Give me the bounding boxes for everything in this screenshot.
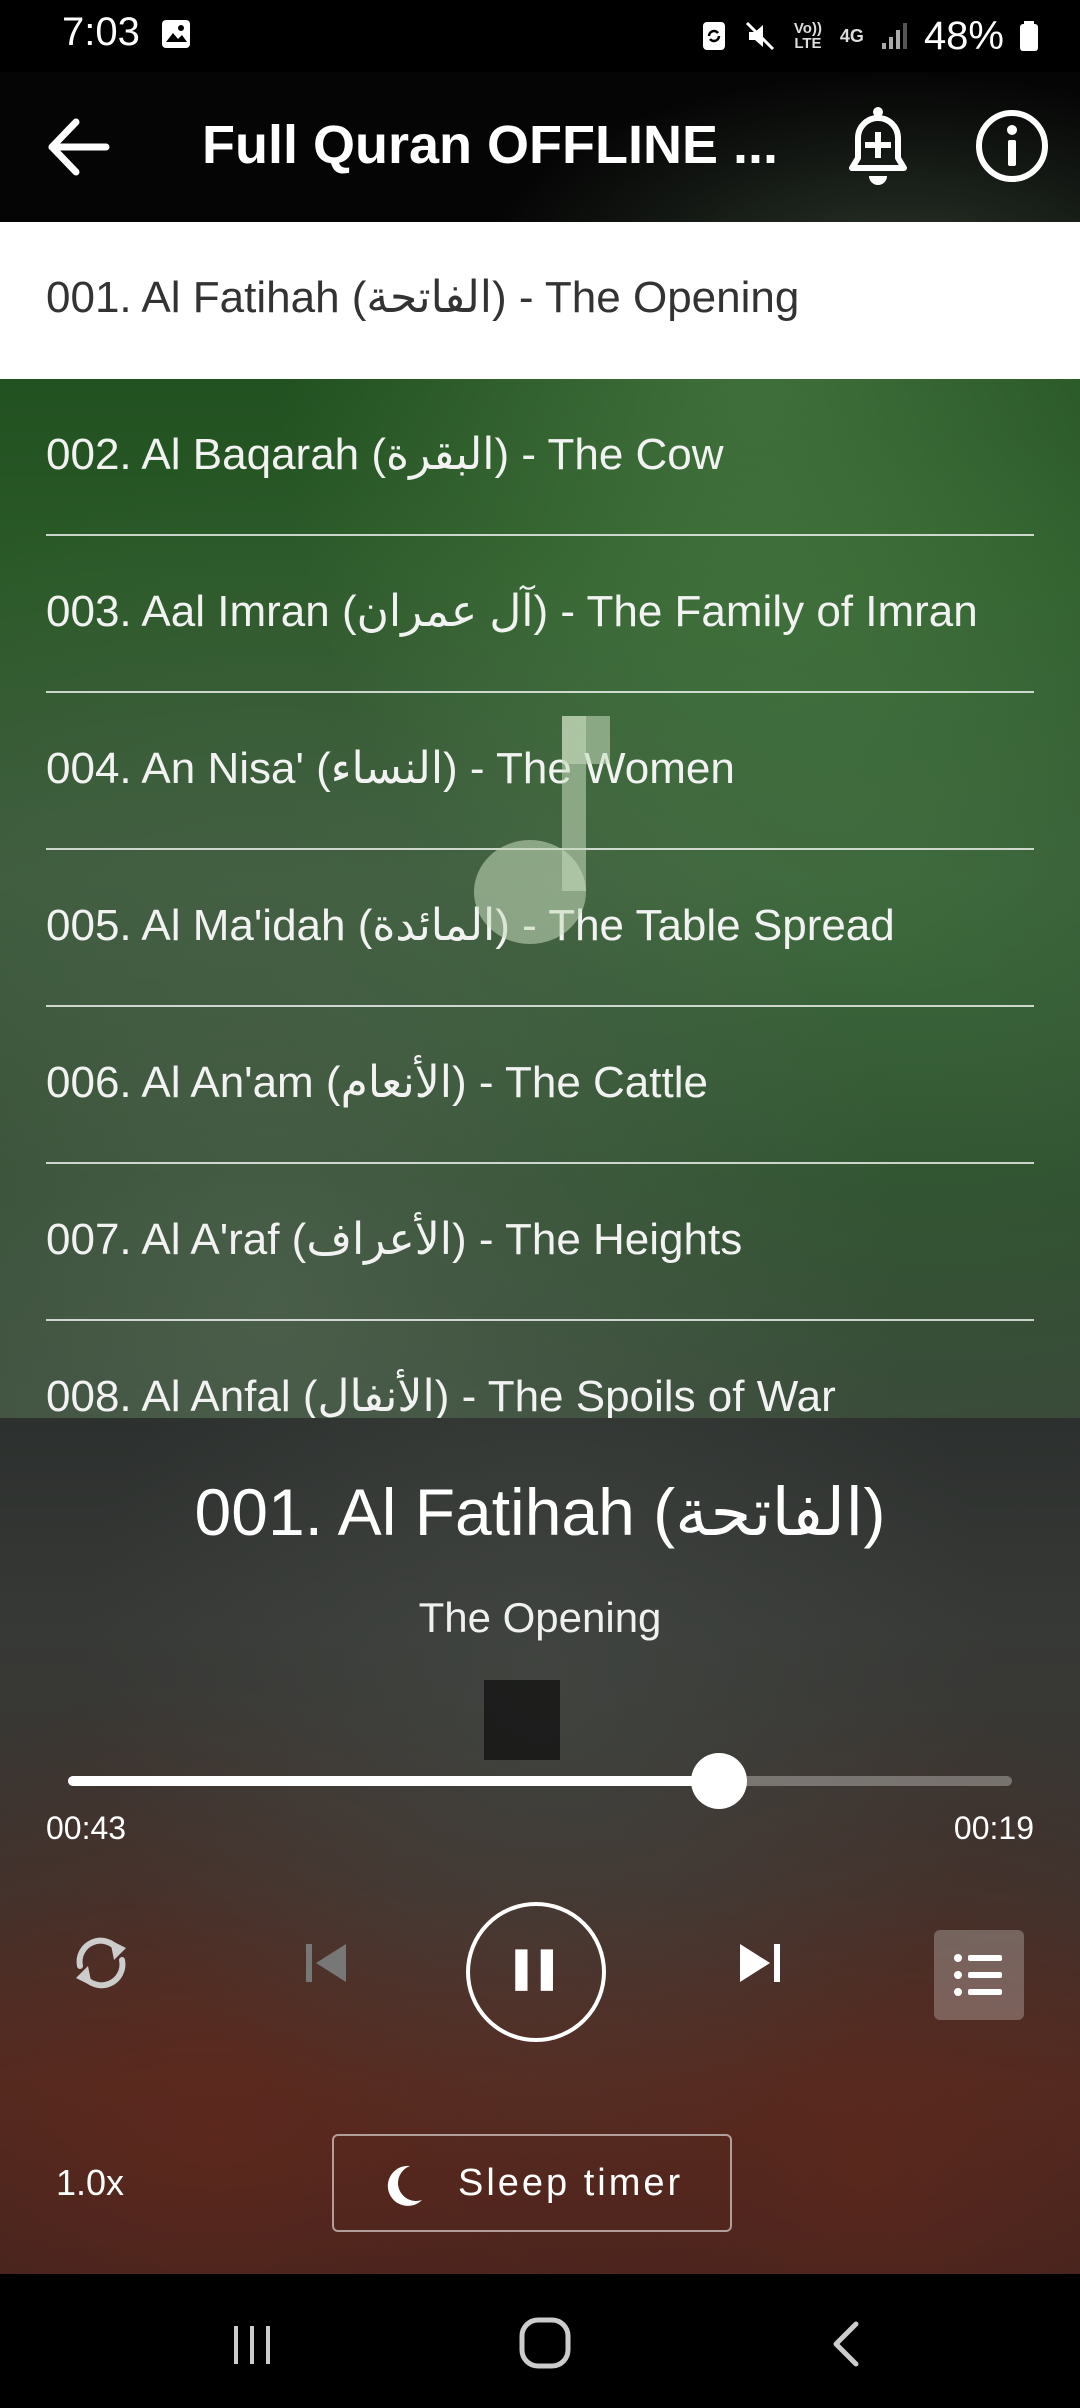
info-icon[interactable] — [972, 106, 1052, 186]
now-playing-subtitle: The Opening — [418, 1594, 662, 1641]
list-item-label: 002. Al Baqarah (البقرة) - The Cow — [46, 430, 724, 479]
system-nav-bar — [0, 2274, 1080, 2408]
list-item[interactable]: 003. Aal Imran (آل عمران) - The Family o… — [0, 536, 1080, 693]
playlist-button[interactable] — [934, 1930, 1024, 2020]
list-item-label: 005. Al Ma'idah (المائدة) - The Table Sp… — [46, 901, 895, 950]
next-icon[interactable] — [726, 1928, 796, 1998]
pause-icon — [515, 1949, 553, 1991]
gallery-icon — [162, 20, 190, 48]
signal-icon — [881, 23, 907, 49]
list-item[interactable]: 007. Al A'raf (الأعراف) - The Heights — [0, 1164, 1080, 1321]
surah-list[interactable]: 001. Al Fatihah (الفاتحة) - The Opening … — [0, 222, 1080, 1418]
pause-button[interactable] — [466, 1902, 606, 2042]
list-item[interactable]: 002. Al Baqarah (البقرة) - The Cow — [0, 379, 1080, 536]
status-icons: Vo)) LTE 4G 48% — [698, 10, 1040, 62]
player-panel: 001. Al Fatihah (الفاتحة) The Opening 00… — [0, 1418, 1080, 2274]
sleep-timer-label: Sleep timer — [458, 2162, 684, 2204]
seek-progress — [68, 1776, 720, 1786]
speed-button[interactable]: 1.0x — [56, 2162, 124, 2204]
status-bar: 7:03 Vo)) LTE 4G 48% — [0, 0, 1080, 72]
home-icon[interactable] — [512, 2310, 578, 2376]
mute-icon — [745, 21, 774, 51]
app-bar: Full Quran OFFLINE ... — [0, 72, 1080, 222]
list-item[interactable]: 004. An Nisa' (النساء) - The Women — [0, 693, 1080, 850]
playlist-icon — [954, 1954, 1002, 1996]
previous-icon[interactable] — [290, 1928, 360, 1998]
list-item[interactable]: 005. Al Ma'idah (المائدة) - The Table Sp… — [0, 850, 1080, 1007]
time-remaining: 00:19 — [953, 1810, 1034, 1846]
back-icon[interactable] — [816, 2314, 876, 2374]
seek-bar[interactable] — [68, 1753, 1012, 1809]
volte-icon: Vo)) LTE — [793, 20, 822, 52]
time-elapsed: 00:43 — [46, 1810, 127, 1846]
network-4g-icon: 4G — [839, 25, 864, 46]
list-item-label: 006. Al An'am (الأنعام) - The Cattle — [46, 1058, 708, 1107]
recents-icon[interactable] — [222, 2314, 282, 2374]
list-item[interactable]: 006. Al An'am (الأنعام) - The Cattle — [0, 1007, 1080, 1164]
sleep-timer-button[interactable]: Sleep timer — [332, 2134, 732, 2232]
sync-icon — [702, 22, 725, 50]
status-time: 7:03 — [62, 10, 140, 54]
app-title: Full Quran OFFLINE ... — [202, 115, 778, 175]
repeat-icon[interactable] — [66, 1928, 136, 1998]
list-item-label: 003. Aal Imran (آل عمران) - The Family o… — [46, 587, 978, 636]
background-image — [484, 1680, 560, 1760]
seek-thumb[interactable] — [691, 1753, 748, 1809]
moon-icon — [387, 2165, 422, 2206]
battery-percent: 48% — [923, 13, 1004, 58]
list-item-label: 008. Al Anfal (الأنفال) - The Spoils of … — [46, 1372, 836, 1418]
now-playing-title: 001. Al Fatihah (الفاتحة) — [194, 1475, 886, 1549]
bell-plus-icon[interactable] — [838, 102, 918, 192]
list-item[interactable]: 001. Al Fatihah (الفاتحة) - The Opening — [0, 222, 1080, 379]
battery-icon — [1020, 21, 1038, 51]
list-item[interactable]: 008. Al Anfal (الأنفال) - The Spoils of … — [0, 1321, 1080, 1418]
list-item-label: 001. Al Fatihah (الفاتحة) - The Opening — [46, 273, 800, 322]
list-item-label: 007. Al A'raf (الأعراف) - The Heights — [46, 1215, 743, 1264]
back-arrow-icon[interactable] — [40, 112, 120, 182]
list-item-label: 004. An Nisa' (النساء) - The Women — [46, 744, 735, 793]
